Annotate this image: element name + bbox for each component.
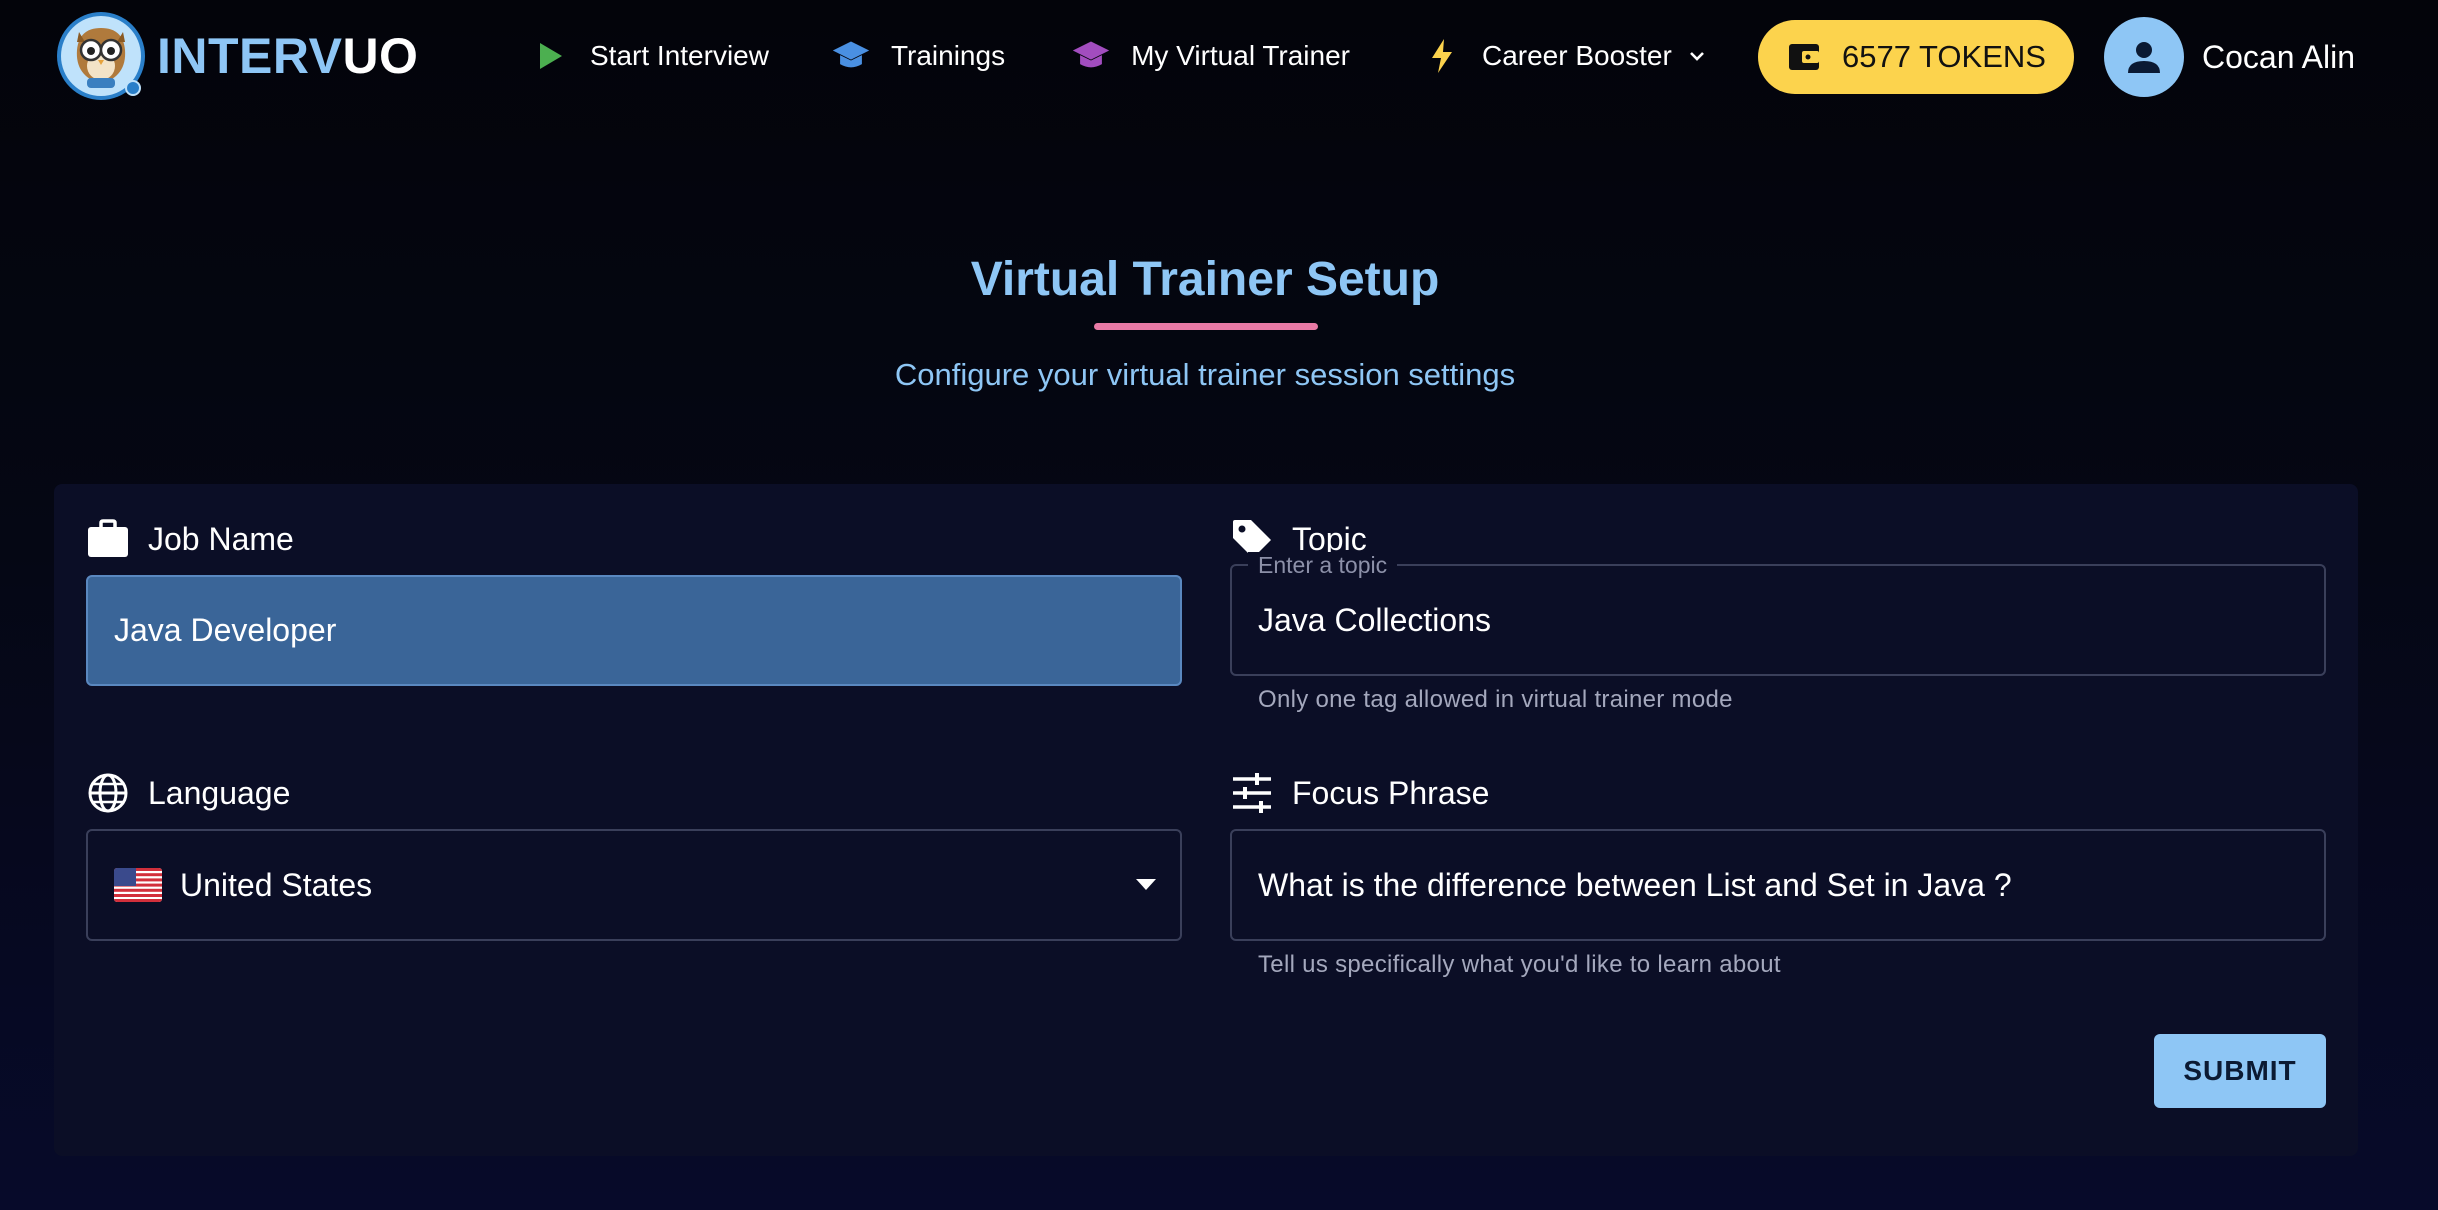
topic-helper-text: Only one tag allowed in virtual trainer … — [1258, 686, 1733, 713]
topic-floating-label: Enter a topic — [1248, 552, 1398, 578]
focus-phrase-label: Focus Phrase — [1230, 770, 1489, 816]
title-underline — [1094, 323, 1318, 330]
avatar — [2104, 17, 2184, 97]
topic-input[interactable]: Enter a topic Java Collections — [1230, 552, 2326, 676]
nav-start-interview[interactable]: Start Interview — [530, 20, 769, 92]
graduation-cap-icon — [1071, 36, 1111, 76]
top-navbar: INTERVUO Start Interview Trainings My Vi… — [0, 0, 2438, 112]
dropdown-arrow-icon — [1136, 879, 1156, 890]
sliders-icon — [1230, 771, 1274, 815]
topic-value: Java Collections — [1258, 601, 1491, 638]
language-label-text: Language — [148, 774, 291, 811]
person-icon — [2128, 42, 2160, 73]
language-select[interactable]: United States — [86, 829, 1182, 941]
user-menu[interactable]: Cocan Alin — [2104, 16, 2355, 98]
focus-phrase-helper-text: Tell us specifically what you'd like to … — [1258, 951, 1781, 978]
user-name: Cocan Alin — [2202, 38, 2355, 75]
job-name-label: Job Name — [86, 516, 294, 562]
brand-name: INTERVUO — [157, 28, 419, 84]
nav-career-booster[interactable]: Career Booster — [1422, 20, 1708, 92]
nav-career-booster-label: Career Booster — [1481, 40, 1672, 71]
us-flag-icon — [114, 868, 162, 902]
nav-trainings[interactable]: Trainings — [831, 20, 1005, 92]
language-value: United States — [180, 866, 373, 903]
page-title: Virtual Trainer Setup — [970, 253, 1440, 306]
owl-logo-icon — [57, 12, 145, 100]
briefcase-icon — [86, 517, 130, 561]
nav-my-virtual-trainer-label: My Virtual Trainer — [1131, 40, 1350, 71]
graduation-cap-icon — [831, 36, 871, 76]
job-name-value: Java Developer — [114, 612, 337, 648]
job-name-label-text: Job Name — [148, 520, 294, 557]
nav-my-virtual-trainer[interactable]: My Virtual Trainer — [1071, 20, 1350, 92]
tokens-label: 6577 TOKENS — [1842, 39, 2046, 74]
job-name-input[interactable]: Java Developer — [86, 575, 1182, 686]
brand-logo-link[interactable]: INTERVUO — [55, 12, 418, 100]
lightning-icon — [1422, 36, 1462, 76]
language-label: Language — [86, 770, 290, 816]
globe-icon — [86, 771, 130, 815]
nav-menu: Start Interview Trainings My Virtual Tra… — [530, 20, 1708, 92]
focus-phrase-input[interactable]: What is the difference between List and … — [1230, 829, 2326, 941]
page-subtitle: Configure your virtual trainer session s… — [894, 357, 1516, 392]
nav-start-interview-label: Start Interview — [590, 40, 769, 71]
tokens-button[interactable]: 6577 TOKENS — [1758, 20, 2074, 94]
focus-phrase-label-text: Focus Phrase — [1292, 774, 1490, 811]
chevron-down-icon — [1689, 52, 1704, 61]
nav-trainings-label: Trainings — [890, 40, 1006, 71]
wallet-icon — [1789, 44, 1820, 70]
submit-button[interactable]: SUBMIT — [2154, 1034, 2326, 1108]
play-icon — [530, 36, 570, 76]
focus-phrase-value: What is the difference between List and … — [1258, 866, 2012, 903]
